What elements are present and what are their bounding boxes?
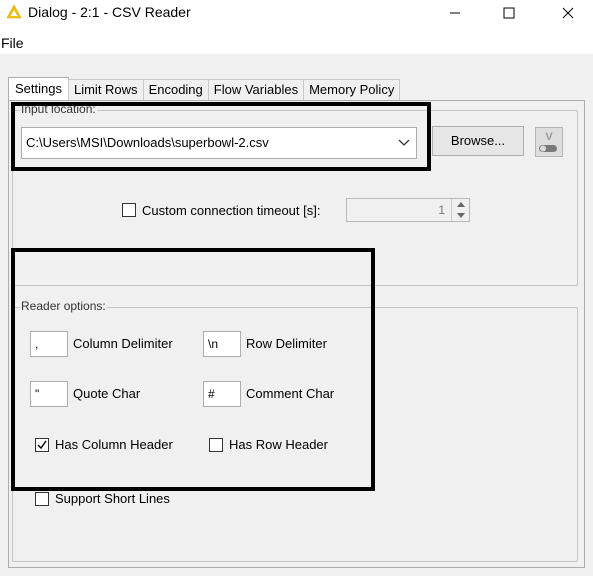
dialog-body: Settings Limit Rows Encoding Flow Variab…: [0, 54, 593, 576]
maximize-icon: [503, 7, 515, 19]
browse-button[interactable]: Browse...: [432, 126, 524, 156]
title-bar: Dialog - 2:1 - CSV Reader: [0, 0, 593, 26]
reader-options-legend: Reader options:: [20, 299, 107, 313]
timeout-spinner[interactable]: 1: [346, 198, 470, 222]
tab-strip: Settings Limit Rows Encoding Flow Variab…: [8, 77, 401, 101]
spinner-down-icon[interactable]: [452, 210, 470, 221]
has-column-header-checkbox[interactable]: [35, 438, 49, 452]
tab-settings[interactable]: Settings: [8, 77, 69, 101]
spinner-arrows[interactable]: [451, 199, 469, 221]
tab-memory-policy[interactable]: Memory Policy: [303, 79, 401, 101]
column-delimiter-field[interactable]: ,: [30, 331, 68, 357]
chevron-down-icon[interactable]: [398, 139, 410, 147]
window-title: Dialog - 2:1 - CSV Reader: [28, 4, 191, 20]
svg-text:V: V: [545, 131, 553, 143]
tab-limit-rows[interactable]: Limit Rows: [67, 79, 144, 101]
checkmark-icon: [37, 440, 47, 450]
spinner-up-icon[interactable]: [452, 199, 470, 210]
custom-timeout-label: Custom connection timeout [s]:: [142, 203, 321, 218]
support-short-lines-checkbox[interactable]: [35, 492, 49, 506]
tab-flow-variables[interactable]: Flow Variables: [207, 79, 305, 101]
quote-char-field[interactable]: ": [30, 381, 68, 407]
custom-timeout-checkbox[interactable]: [122, 203, 136, 217]
settings-panel: Input location: C:\Users\MSI\Downloads\s…: [8, 100, 585, 568]
close-icon: [562, 7, 574, 19]
flow-variable-button[interactable]: V: [535, 127, 563, 157]
file-path-combobox[interactable]: C:\Users\MSI\Downloads\superbowl-2.csv: [21, 127, 417, 159]
minimize-button[interactable]: [432, 0, 478, 26]
menu-file[interactable]: File: [1, 35, 24, 51]
file-path-value: C:\Users\MSI\Downloads\superbowl-2.csv: [26, 135, 269, 150]
column-delimiter-label: Column Delimiter: [73, 336, 173, 351]
row-delimiter-field[interactable]: \n: [203, 331, 241, 357]
quote-char-label: Quote Char: [73, 386, 141, 401]
support-short-lines-label: Support Short Lines: [55, 491, 170, 506]
knime-app-icon: [6, 4, 22, 19]
comment-char-field[interactable]: #: [203, 381, 241, 407]
has-row-header-label: Has Row Header: [229, 437, 328, 452]
flow-variable-icon: V: [539, 131, 557, 152]
input-location-legend: Input location:: [20, 102, 97, 116]
has-row-header-checkbox[interactable]: [209, 438, 223, 452]
minimize-icon: [450, 12, 460, 14]
close-button[interactable]: [545, 0, 591, 26]
has-column-header-label: Has Column Header: [55, 437, 173, 452]
maximize-button[interactable]: [486, 0, 532, 26]
comment-char-label: Comment Char: [246, 386, 335, 401]
menu-bar: File: [0, 32, 593, 52]
timeout-value: 1: [438, 203, 445, 217]
row-delimiter-label: Row Delimiter: [246, 336, 327, 351]
tab-encoding[interactable]: Encoding: [142, 79, 209, 101]
